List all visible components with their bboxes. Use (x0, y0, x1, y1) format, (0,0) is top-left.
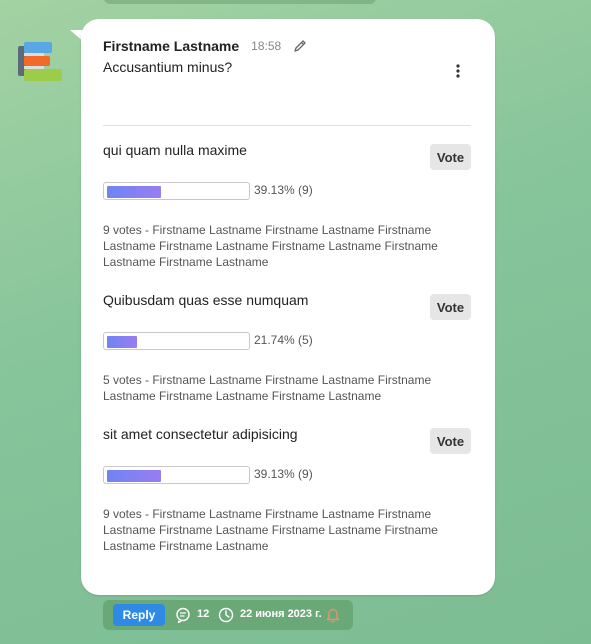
progress-bar (103, 332, 250, 350)
progress-bar-fill (107, 336, 137, 348)
progress-bar-fill (107, 470, 161, 482)
message-footer: Reply 12 22 июня 2023 г. (103, 600, 353, 630)
divider (103, 125, 471, 126)
message-date: 22 июня 2023 г. (240, 608, 322, 620)
result-label: 39.13% (9) (254, 183, 313, 197)
comment-icon[interactable] (175, 607, 191, 624)
avatar[interactable] (16, 40, 64, 84)
option-title: sit amet consectetur adipisicing (103, 426, 298, 442)
vote-button[interactable]: Vote (430, 428, 471, 454)
poll-message: Firstname Lastname 18:58 Accusantium min… (81, 19, 495, 595)
voters-list: 9 votes - Firstname Lastname Firstname L… (103, 507, 438, 553)
progress-bar (103, 466, 250, 484)
bell-icon[interactable] (325, 607, 341, 623)
vote-button[interactable]: Vote (430, 144, 471, 170)
option-title: Quibusdam quas esse numquam (103, 292, 309, 308)
result-label: 21.74% (5) (254, 333, 313, 347)
author-name[interactable]: Firstname Lastname (103, 38, 239, 54)
voters-list: 5 votes - Firstname Lastname Firstname L… (103, 373, 432, 403)
message-time: 18:58 (251, 39, 282, 53)
progress-bar-fill (107, 186, 161, 198)
clock-icon (218, 607, 234, 623)
more-vertical-icon[interactable] (455, 63, 461, 79)
progress-bar (103, 182, 250, 200)
option-title: qui quam nulla maxime (103, 142, 247, 158)
comments-count: 12 (197, 608, 210, 620)
vote-button[interactable]: Vote (430, 294, 471, 320)
poll-question: Accusantium minus? (103, 59, 233, 75)
result-label: 39.13% (9) (254, 467, 313, 481)
reply-button[interactable]: Reply (113, 604, 165, 626)
app-logo-icon (18, 42, 62, 81)
voters-list: 9 votes - Firstname Lastname Firstname L… (103, 223, 438, 269)
message-header: Firstname Lastname 18:58 (103, 38, 307, 54)
previous-message-strip (104, 0, 376, 4)
pencil-icon[interactable] (293, 39, 307, 53)
